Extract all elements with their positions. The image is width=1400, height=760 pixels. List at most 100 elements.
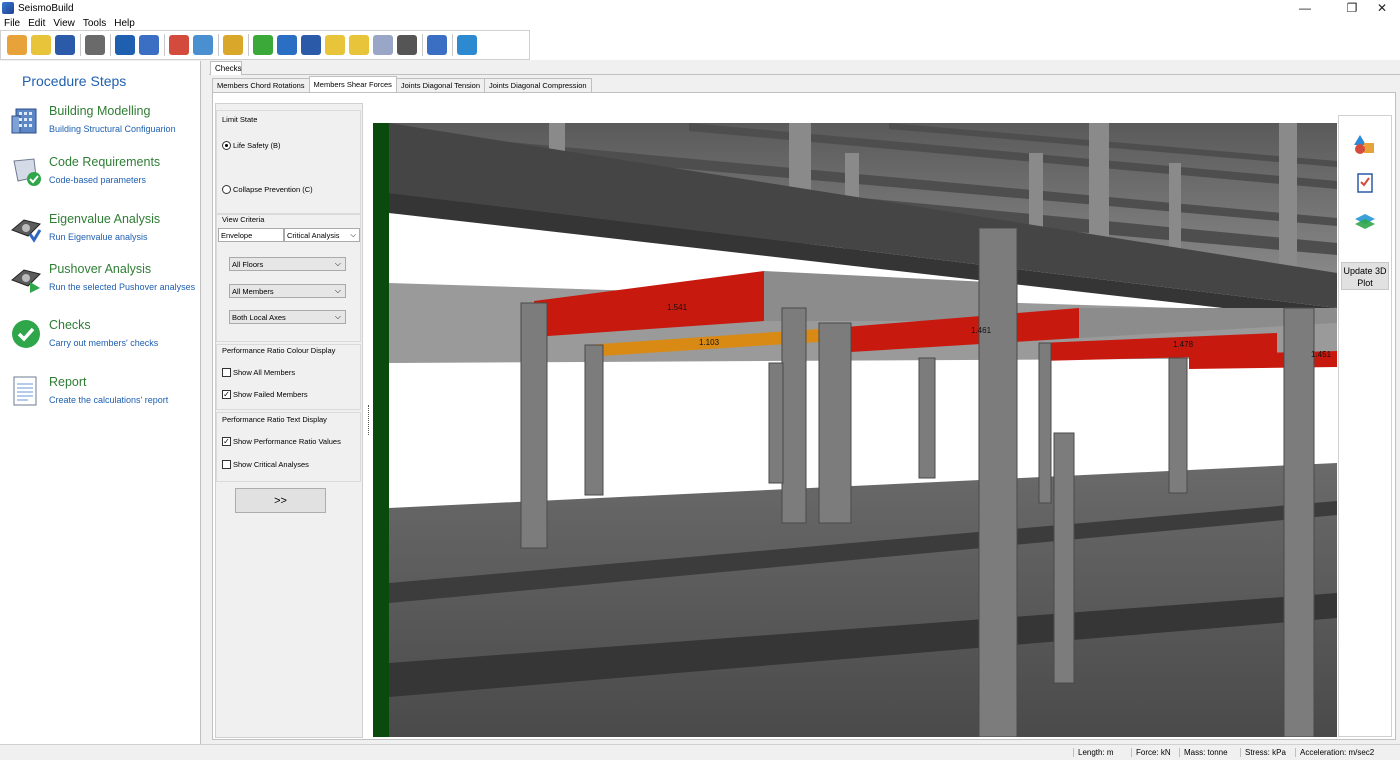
help-icon[interactable] [253,35,273,55]
edit-pen-icon[interactable] [427,35,447,55]
toolbar-strip [530,30,1400,60]
chat-icon[interactable] [373,35,393,55]
open-folder-icon[interactable] [31,35,51,55]
copy-document-icon[interactable] [139,35,159,55]
step-report[interactable]: Report Create the calculations' report [10,375,200,425]
frame-icon[interactable] [115,35,135,55]
status-bar: Length: m Force: kN Mass: tonne Stress: … [0,744,1400,760]
axes-select[interactable]: Both Local Axes ⌵ [229,310,346,324]
step-desc: Code-based parameters [49,175,147,185]
critical-analysis-select[interactable]: Critical Analysis ⌵ [284,228,360,242]
text-display-label: Performance Ratio Text Display [222,415,327,424]
collapse-prevention-option[interactable]: Collapse Prevention (C) [222,185,313,194]
title-bar: SeismoBuild — ❐ ✕ [0,0,1400,16]
critical-analysis-value: Critical Analysis [287,231,340,240]
toolbar-separator [80,34,81,56]
menu-file[interactable]: File [4,18,20,29]
life-safety-radio[interactable] [222,141,231,150]
step-name: Code Requirements [49,155,161,169]
show-critical-analyses-checkbox[interactable] [222,460,231,469]
members-select[interactable]: All Members ⌵ [229,284,346,298]
axes-value: Both Local Axes [232,313,286,322]
show-failed-members-option[interactable]: ✓ Show Failed Members [222,390,308,399]
show-critical-analyses-label: Show Critical Analyses [233,460,309,469]
show-critical-analyses-option[interactable]: Show Critical Analyses [222,460,309,469]
tab-checks[interactable]: Checks [210,61,242,75]
step-building-modelling[interactable]: Building Modelling Building Structural C… [10,104,200,154]
next-button[interactable]: >> [235,488,326,513]
view-criteria-label: View Criteria [222,215,265,224]
step-name: Report [49,375,87,389]
folder-yellow-icon[interactable] [349,35,369,55]
film-icon[interactable] [397,35,417,55]
calculator-icon[interactable] [193,35,213,55]
brush-icon[interactable] [223,35,243,55]
life-safety-option[interactable]: Life Safety (B) [222,141,281,150]
floors-select[interactable]: All Floors ⌵ [229,257,346,271]
toolbar-separator [422,34,423,56]
update-3d-plot-button[interactable]: Update 3D Plot [1341,262,1389,290]
floors-value: All Floors [232,260,264,269]
step-code-requirements[interactable]: Code Requirements Code-based parameters [10,155,200,205]
show-all-members-checkbox[interactable] [222,368,231,377]
show-ratio-values-option[interactable]: ✓ Show Performance Ratio Values [222,437,341,446]
chevron-down-icon: ⌵ [334,259,341,268]
menu-view[interactable]: View [53,18,75,29]
toolbar-separator [164,34,165,56]
folder-notes-icon[interactable] [325,35,345,55]
step-desc: Run the selected Pushover analyses [49,282,196,292]
book-icon[interactable] [277,35,297,55]
life-safety-label: Life Safety (B) [233,141,281,150]
envelope-field[interactable]: Envelope [218,228,284,242]
show-ratio-values-checkbox[interactable]: ✓ [222,437,231,446]
3d-view[interactable]: 1.541 1.103 1.461 1.478 1.451 [373,123,1337,737]
ratio-label: 1.451 [1311,350,1332,359]
save-icon[interactable] [55,35,75,55]
step-desc: Carry out members' checks [49,338,159,348]
close-button[interactable]: ✕ [1362,0,1400,16]
limit-state-group [216,110,361,214]
shapes-icon[interactable] [1354,133,1376,155]
tab-joints-diagonal-compression[interactable]: Joints Diagonal Compression [484,78,592,92]
show-failed-members-label: Show Failed Members [233,390,308,399]
toolbar [0,30,530,60]
step-eigenvalue-analysis[interactable]: Eigenvalue Analysis Run Eigenvalue analy… [10,212,200,262]
step-name: Eigenvalue Analysis [49,212,161,226]
menu-edit[interactable]: Edit [28,18,45,29]
ratio-label: 1.103 [699,338,720,347]
3d-structure-render: 1.541 1.103 1.461 1.478 1.451 [389,123,1337,737]
structure-model-icon[interactable] [169,35,189,55]
panel-splitter[interactable] [368,405,370,435]
menu-bar: File Edit View Tools Help [0,16,1400,30]
tab-members-chord-rotations[interactable]: Members Chord Rotations [212,78,310,92]
procedure-panel: Procedure Steps Building Modelling Build… [0,61,201,744]
show-all-members-option[interactable]: Show All Members [222,368,295,377]
show-ratio-values-label: Show Performance Ratio Values [233,437,341,446]
step-name: Building Modelling [49,104,151,118]
globe-icon[interactable] [457,35,477,55]
ratio-label: 1.461 [971,326,992,335]
layers-icon[interactable] [1354,211,1376,233]
view-tools-panel [1338,115,1392,737]
menu-tools[interactable]: Tools [83,18,106,29]
step-desc: Run Eigenvalue analysis [49,232,148,242]
step-pushover-analysis[interactable]: Pushover Analysis Run the selected Pusho… [10,262,200,312]
members-value: All Members [232,287,274,296]
chevron-down-icon: ⌵ [334,312,341,321]
book-blue-icon[interactable] [301,35,321,55]
ratio-label: 1.541 [667,303,688,312]
building-icon [11,108,37,134]
toolbar-separator [218,34,219,56]
tab-joints-diagonal-tension[interactable]: Joints Diagonal Tension [395,78,485,92]
menu-help[interactable]: Help [114,18,135,29]
show-failed-members-checkbox[interactable]: ✓ [222,390,231,399]
report-icon [13,376,37,406]
tab-members-shear-forces[interactable]: Members Shear Forces [308,76,397,92]
collapse-prevention-radio[interactable] [222,185,231,194]
new-file-icon[interactable] [7,35,27,55]
checklist-icon[interactable] [1354,172,1376,194]
step-checks[interactable]: Checks Carry out members' checks [10,318,200,368]
ratio-label: 1.478 [1173,340,1194,349]
minimize-button[interactable]: — [1285,0,1325,16]
settings-gears-icon[interactable] [85,35,105,55]
